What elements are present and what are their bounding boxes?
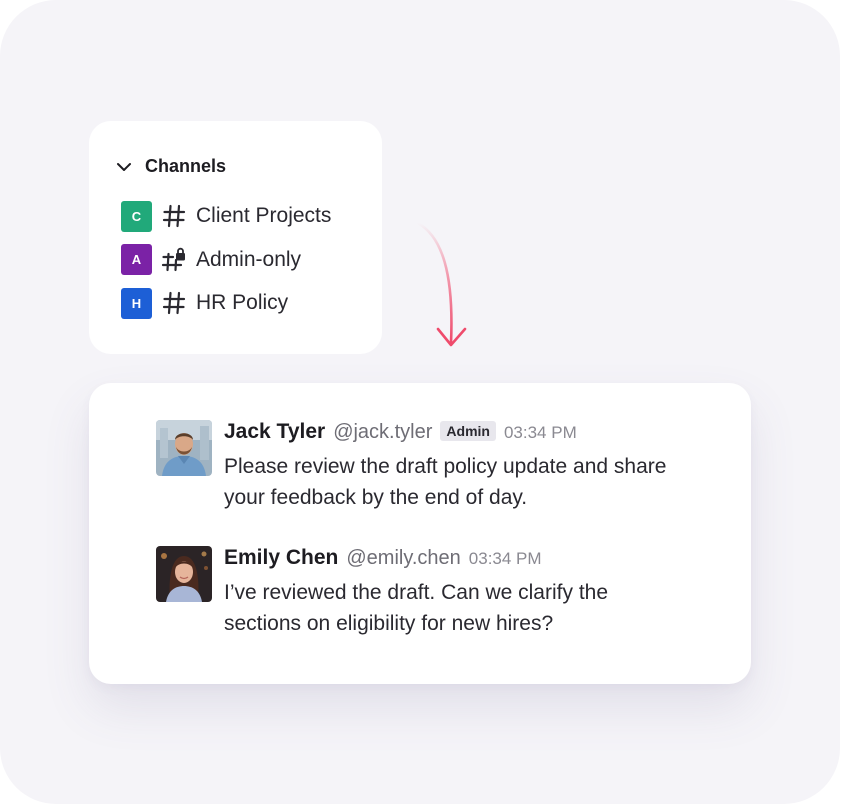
channels-title: Channels — [145, 156, 227, 176]
messages-panel: Jack Tyler @jack.tyler Admin 03:34 PM Pl… — [89, 383, 751, 684]
channel-item-client-projects[interactable]: C Client Projects — [121, 200, 331, 232]
channels-panel: Channels C Client Projects A Admin-only … — [89, 121, 382, 354]
author-name[interactable]: Emily Chen — [224, 546, 338, 570]
channel-label: Client Projects — [196, 204, 332, 227]
admin-badge: Admin — [440, 421, 496, 441]
author-name[interactable]: Jack Tyler — [224, 420, 325, 444]
message-text: Please review the draft policy update an… — [224, 455, 667, 509]
channel-badge: H — [121, 287, 152, 319]
curved-arrow-icon — [416, 221, 467, 347]
hash-icon — [162, 291, 186, 315]
message-item: Emily Chen @emily.chen 03:34 PM I’ve rev… — [156, 546, 684, 639]
channel-badge: A — [121, 244, 152, 275]
channel-label: HR Policy — [196, 291, 289, 314]
chevron-down-icon — [117, 162, 131, 171]
message-timestamp[interactable]: 03:34 PM — [469, 549, 542, 569]
avatar[interactable] — [156, 420, 212, 476]
avatar[interactable] — [156, 546, 212, 602]
hash-icon — [162, 204, 186, 228]
channel-item-hr-policy[interactable]: H HR Policy — [121, 287, 331, 319]
channel-badge: C — [121, 200, 152, 232]
channel-list: C Client Projects A Admin-only H HR Poli… — [121, 200, 331, 331]
author-handle: @jack.tyler — [333, 421, 433, 443]
hash-lock-icon — [161, 247, 185, 271]
message-item: Jack Tyler @jack.tyler Admin 03:34 PM Pl… — [156, 420, 684, 513]
channels-section-toggle[interactable]: Channels — [115, 156, 226, 177]
author-handle: @emily.chen — [346, 547, 461, 569]
message-text: I’ve reviewed the draft. Can we clarify … — [224, 581, 609, 635]
channel-label: Admin-only — [196, 247, 302, 271]
message-timestamp[interactable]: 03:34 PM — [504, 423, 577, 443]
channel-item-admin-only[interactable]: A Admin-only — [121, 244, 331, 276]
